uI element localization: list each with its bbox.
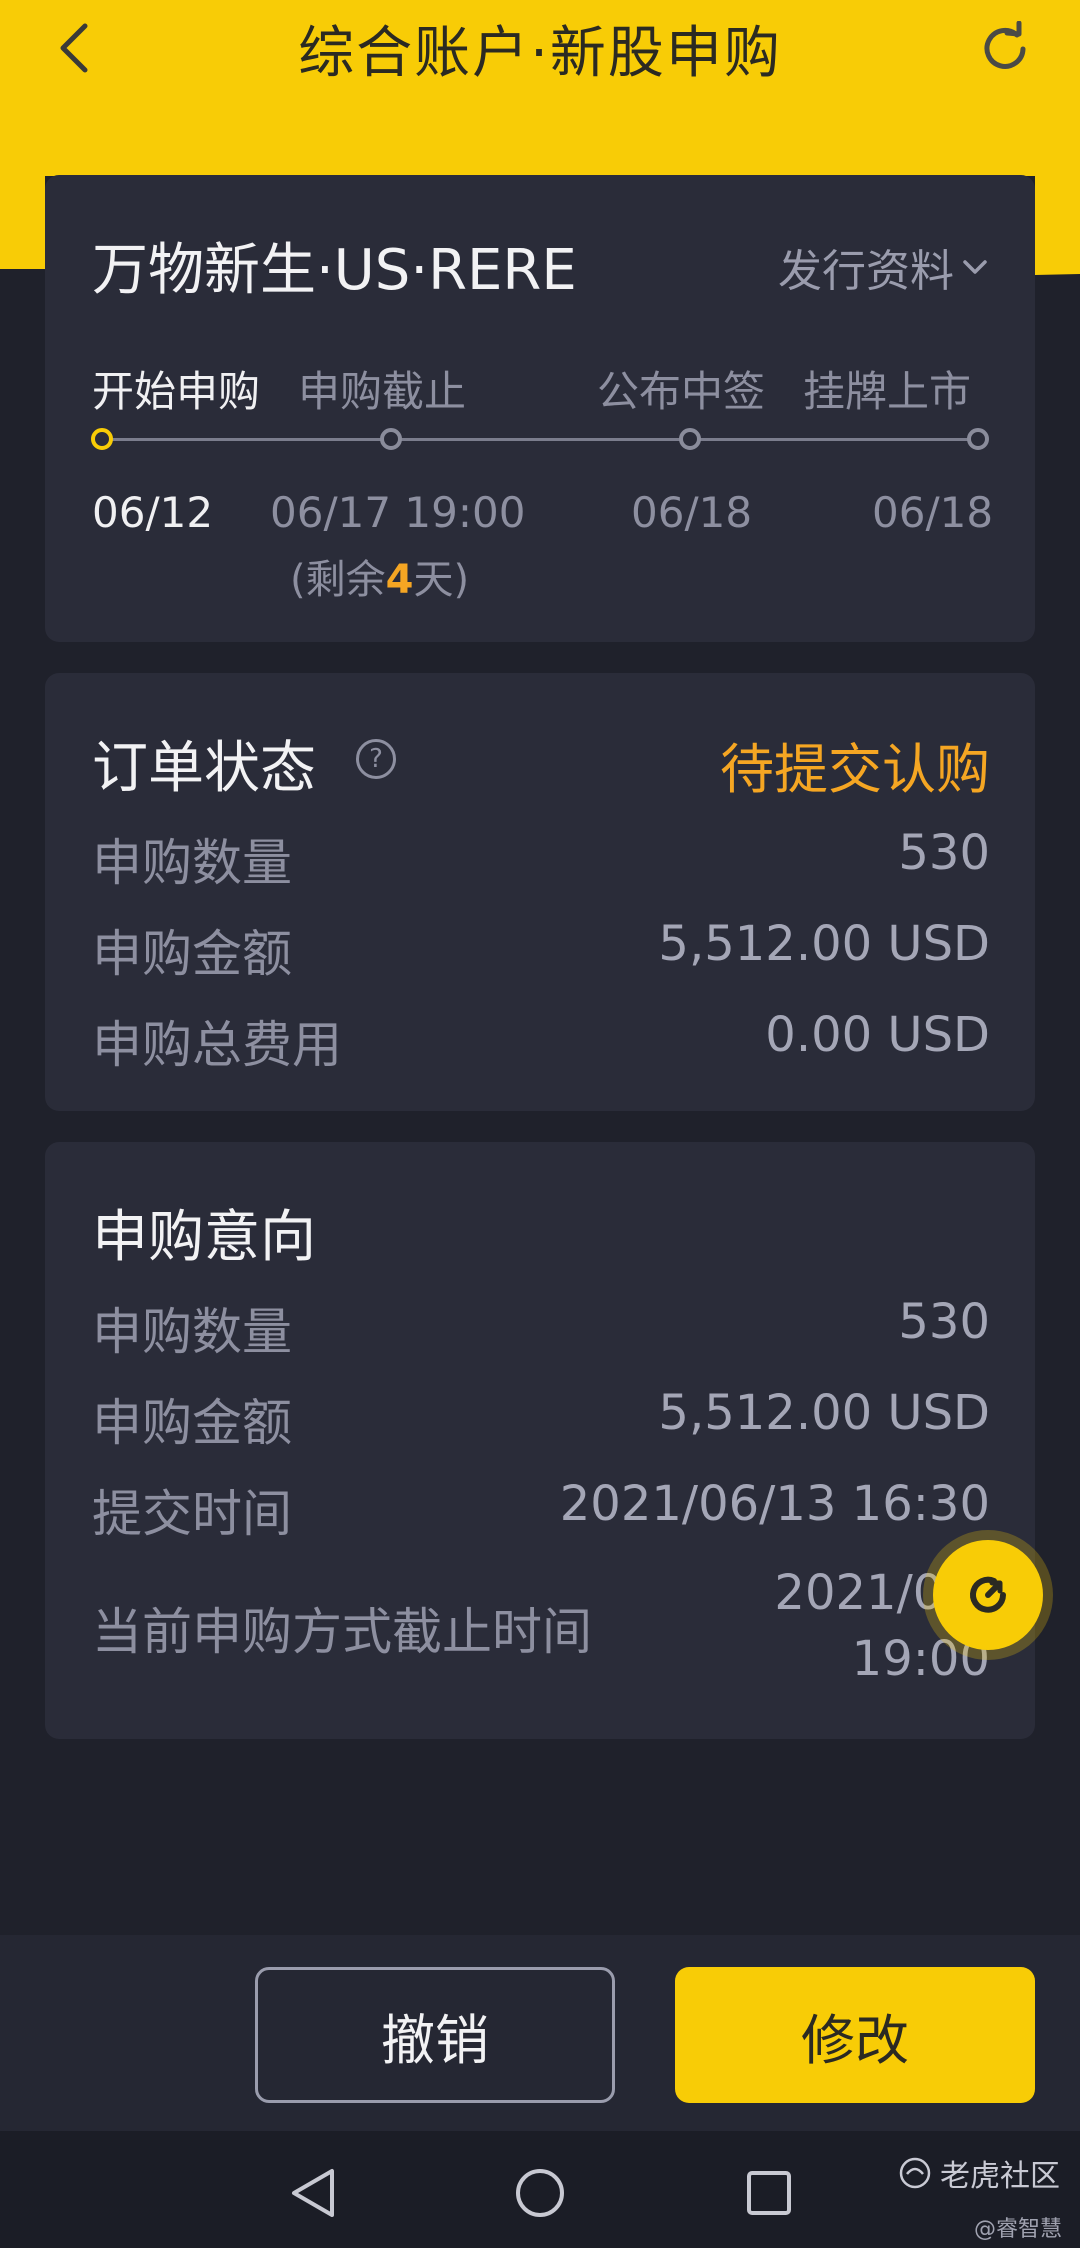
nav-home-button[interactable] [508,2161,572,2225]
row-value-submit-time: 2021/06/13 16:30 [559,1476,990,1532]
remaining-days: (剩余4天) [290,547,469,605]
step-label-listing: 挂牌上市 [803,367,972,416]
nav-recents-button[interactable] [737,2161,801,2225]
refresh-button[interactable] [970,16,1040,82]
row-label-quantity: 申购数量 [92,834,292,892]
order-status-title: 订单状态 [92,736,316,801]
row-value-quantity: 530 [898,1294,990,1350]
remaining-days-value: 4 [385,557,414,603]
tiger-logo-icon [899,2157,931,2189]
watermark-author: @睿智慧 [973,2217,1062,2242]
timeline-dot-listing [967,428,989,450]
page-title: 综合账户·新股申购 [298,21,782,86]
triangle-back-icon [292,2169,334,2217]
row-label-submit-time: 提交时间 [92,1485,292,1543]
row-value-amount: 5,512.00 USD [658,916,990,972]
timeline-dot-deadline [380,428,402,450]
watermark-brand: 老虎社区 [940,2159,1060,2194]
step-date-deadline: 06/17 19:00 [270,488,526,537]
step-label-deadline: 申购截止 [298,367,467,416]
step-date-start: 06/12 [92,488,214,537]
modify-button[interactable]: 修改 [675,1967,1035,2103]
remaining-suffix: 天) [413,557,470,603]
order-status-value: 待提交认购 [720,738,990,801]
step-date-listing: 06/18 [872,488,994,537]
row-value-quantity: 530 [898,825,990,881]
step-date-lottery: 06/18 [631,488,753,537]
square-recents-icon [747,2171,791,2215]
bottom-action-bar: 撤销 修改 [0,1935,1080,2131]
issue-info-label: 发行资料 [778,246,954,297]
rotate-icon [970,1576,1006,1613]
chevron-down-icon [963,260,987,274]
top-bar: 综合账户·新股申购 [0,0,1080,135]
floating-refresh-button[interactable] [933,1540,1043,1650]
cancel-button[interactable]: 撤销 [255,1967,615,2103]
step-label-start: 开始申购 [92,367,261,416]
intent-card: 申购意向 申购数量 530 申购金额 5,512.00 USD 提交时间 202… [45,1142,1035,1739]
row-label-amount: 申购金额 [92,1394,292,1452]
circle-home-icon [516,2169,564,2217]
ipo-timeline-card: 万物新生·US·RERE 发行资料 开始申购 申购截止 公布中签 挂牌上市 06… [45,175,1035,642]
step-label-lottery: 公布中签 [597,367,766,416]
refresh-icon [984,21,1026,69]
watermark: 老虎社区 [898,2151,1060,2195]
timeline-dot-lottery [679,428,701,450]
row-label-amount: 申购金额 [92,925,292,983]
row-label-quantity: 申购数量 [92,1303,292,1361]
timeline-dot-start [91,428,113,450]
issue-info-dropdown[interactable]: 发行资料 [778,235,990,299]
stock-name: 万物新生·US·RERE [92,238,577,303]
row-value-total-fee: 0.00 USD [765,1007,990,1063]
nav-back-button[interactable] [282,2161,346,2225]
remaining-prefix: (剩余 [290,557,386,603]
order-status-card: 订单状态 ? 待提交认购 申购数量 530 申购金额 5,512.00 USD … [45,673,1035,1111]
help-icon[interactable]: ? [356,739,396,779]
row-value-amount: 5,512.00 USD [658,1385,990,1441]
timeline-line [102,438,978,441]
row-label-deadline: 当前申购方式截止时间 [92,1603,592,1661]
row-label-total-fee: 申购总费用 [92,1016,342,1074]
intent-title: 申购意向 [92,1205,316,1270]
system-nav-bar: 老虎社区 @睿智慧 [0,2131,1080,2248]
